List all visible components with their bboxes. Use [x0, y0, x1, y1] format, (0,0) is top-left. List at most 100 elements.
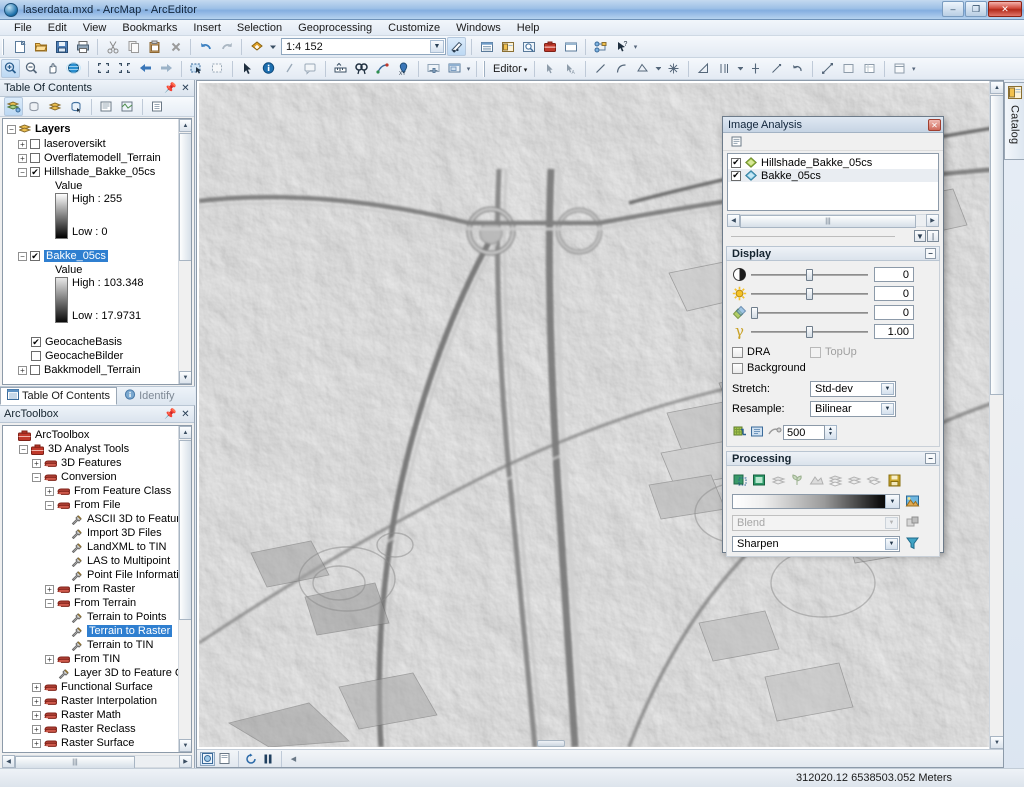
- construct-tool-icon[interactable]: [694, 59, 713, 78]
- arctoolbox-tree-item[interactable]: + Functional Surface: [6, 680, 177, 694]
- max-size-stepper[interactable]: ▲ ▼: [825, 424, 837, 440]
- chevron-down-icon[interactable]: ▼: [881, 403, 894, 415]
- arctoolbox-tree-item[interactable]: + Raster Math: [6, 708, 177, 722]
- arctoolbox-tree-item[interactable]: + Raster Surface: [6, 736, 177, 750]
- collapse-icon[interactable]: −: [45, 500, 54, 510]
- expand-icon[interactable]: +: [32, 738, 41, 748]
- slider-thumb[interactable]: [806, 269, 813, 281]
- menu-file[interactable]: File: [6, 20, 40, 36]
- chevron-down-icon[interactable]: ▼: [885, 537, 898, 550]
- fixed-zoom-in-icon[interactable]: [94, 59, 113, 78]
- catalog-window-icon[interactable]: [498, 37, 517, 56]
- resample-combo[interactable]: Bilinear ▼: [810, 401, 896, 417]
- arctoolbox-window-icon[interactable]: [540, 37, 559, 56]
- expand-icon[interactable]: +: [45, 654, 54, 664]
- dock-tab-identify[interactable]: Identify: [117, 387, 181, 405]
- search-window-icon[interactable]: [519, 37, 538, 56]
- arctoolbox-tree-item[interactable]: Terrain to TIN: [6, 638, 177, 652]
- open-document-icon[interactable]: [31, 37, 50, 56]
- scrollbar-thumb[interactable]: |||: [740, 214, 916, 228]
- arctoolbox-tree-item[interactable]: LandXML to TIN: [6, 540, 177, 554]
- menu-selection[interactable]: Selection: [229, 20, 290, 36]
- display-section-header[interactable]: Display −: [726, 246, 940, 261]
- transparency-value[interactable]: 0: [874, 305, 914, 320]
- menu-view[interactable]: View: [75, 20, 115, 36]
- layer-visibility-checkbox[interactable]: [31, 351, 41, 361]
- rotate-tool-icon[interactable]: [746, 59, 765, 78]
- toc-layer-bakkmodell-terrain[interactable]: + Bakkmodell_Terrain: [7, 363, 176, 377]
- arctoolbox-tree-item[interactable]: + Raster Reclass: [6, 722, 177, 736]
- layer-visibility-checkbox[interactable]: [30, 153, 40, 163]
- zoom-in-icon[interactable]: [1, 59, 20, 78]
- arctoolbox-tree-item[interactable]: + From Raster: [6, 582, 177, 596]
- arctoolbox-tree-item[interactable]: ArcToolbox: [6, 428, 177, 442]
- ia-layer-row-hillshade[interactable]: ✔ Hillshade_Bakke_05cs: [728, 156, 938, 169]
- add-basemap-icon[interactable]: [118, 97, 137, 116]
- copy-icon[interactable]: [124, 37, 143, 56]
- pan-icon[interactable]: [43, 59, 62, 78]
- map-vertical-scrollbar[interactable]: ▲ ▼: [989, 81, 1003, 749]
- new-document-icon[interactable]: [10, 37, 29, 56]
- add-colormap-icon[interactable]: [904, 493, 921, 510]
- arctoolbox-tree[interactable]: ArcToolbox −3D Analyst Tools +3D Features −…: [2, 425, 192, 753]
- catalog-dock-tab[interactable]: Catalog: [1004, 82, 1024, 160]
- close-icon[interactable]: ✕: [179, 408, 192, 421]
- close-icon[interactable]: ✕: [928, 119, 941, 131]
- scrollbar-thumb[interactable]: [179, 440, 191, 620]
- menu-windows[interactable]: Windows: [448, 20, 509, 36]
- arctoolbox-tree-item[interactable]: − Conversion: [6, 470, 177, 484]
- trace-dropdown-icon[interactable]: [654, 59, 662, 78]
- menu-help[interactable]: Help: [509, 20, 548, 36]
- layer-visibility-checkbox[interactable]: ✔: [31, 337, 41, 347]
- menu-customize[interactable]: Customize: [380, 20, 448, 36]
- edit-vertices-icon[interactable]: [818, 59, 837, 78]
- select-elements-icon[interactable]: [238, 59, 257, 78]
- dra-checkbox-row[interactable]: DRA: [732, 344, 810, 360]
- expand-icon[interactable]: +: [32, 724, 41, 734]
- map-splitter-grip[interactable]: [537, 740, 565, 747]
- toc-layer-geocachebilder[interactable]: GeocacheBilder: [7, 349, 176, 363]
- find-route-icon[interactable]: [373, 59, 392, 78]
- mask-icon[interactable]: [751, 472, 768, 489]
- pin-icon[interactable]: 📌: [164, 82, 177, 95]
- chevron-down-icon[interactable]: ▼: [881, 383, 894, 395]
- list-by-source-icon[interactable]: [25, 97, 44, 116]
- apply-filter-icon[interactable]: [904, 535, 921, 552]
- arctoolbox-tree-item[interactable]: − From File: [6, 498, 177, 512]
- dock-tab-table-of-contents[interactable]: Table Of Contents: [0, 387, 118, 405]
- toc-vertical-scrollbar[interactable]: ▲ ▼: [178, 119, 191, 384]
- save-icon[interactable]: [52, 37, 71, 56]
- arctoolbox-vertical-scrollbar[interactable]: ▲ ▼: [178, 426, 191, 752]
- arctoolbox-tree-item[interactable]: +3D Features: [6, 456, 177, 470]
- layer-visibility-checkbox[interactable]: [30, 139, 40, 149]
- pause-drawing-icon[interactable]: [260, 752, 275, 766]
- layer-visibility-checkbox[interactable]: ✔: [731, 170, 741, 181]
- scrollbar-thumb[interactable]: |||: [15, 755, 135, 769]
- gamma-slider[interactable]: [751, 324, 868, 339]
- menu-bookmarks[interactable]: Bookmarks: [114, 20, 185, 36]
- expand-icon[interactable]: +: [18, 139, 27, 149]
- list-by-drawing-order-icon[interactable]: [4, 97, 23, 116]
- toc-layer-tree[interactable]: − Layers + laseroversikt + Overflatemode…: [2, 118, 192, 385]
- brightness-value[interactable]: 0: [874, 286, 914, 301]
- collapse-icon[interactable]: −: [32, 472, 41, 482]
- expand-icon[interactable]: +: [32, 710, 41, 720]
- chevron-down-icon[interactable]: ▼: [430, 40, 444, 53]
- toc-root-layers[interactable]: − Layers: [7, 122, 176, 136]
- editor-toolbar-grip[interactable]: [483, 60, 487, 77]
- list-options-icon[interactable]: [728, 132, 747, 151]
- scroll-right-arrow-icon[interactable]: ▶: [179, 754, 192, 768]
- arctoolbox-tree-item[interactable]: Import 3D Files: [6, 526, 177, 540]
- brightness-slider[interactable]: [751, 286, 868, 301]
- layer-visibility-checkbox[interactable]: ✔: [731, 157, 741, 168]
- go-back-extent-icon[interactable]: [136, 59, 155, 78]
- image-analysis-titlebar[interactable]: Image Analysis ✕: [723, 117, 943, 133]
- full-extent-icon[interactable]: [64, 59, 83, 78]
- image-analysis-layer-list[interactable]: ✔ Hillshade_Bakke_05cs ✔ Bakke_05cs: [727, 153, 939, 211]
- html-popup-icon[interactable]: [301, 59, 320, 78]
- expand-icon[interactable]: +: [18, 153, 27, 163]
- transparency-slider[interactable]: [751, 305, 868, 320]
- list-by-selection-icon[interactable]: [67, 97, 86, 116]
- slider-thumb[interactable]: [751, 307, 758, 319]
- expand-icon[interactable]: +: [32, 696, 41, 706]
